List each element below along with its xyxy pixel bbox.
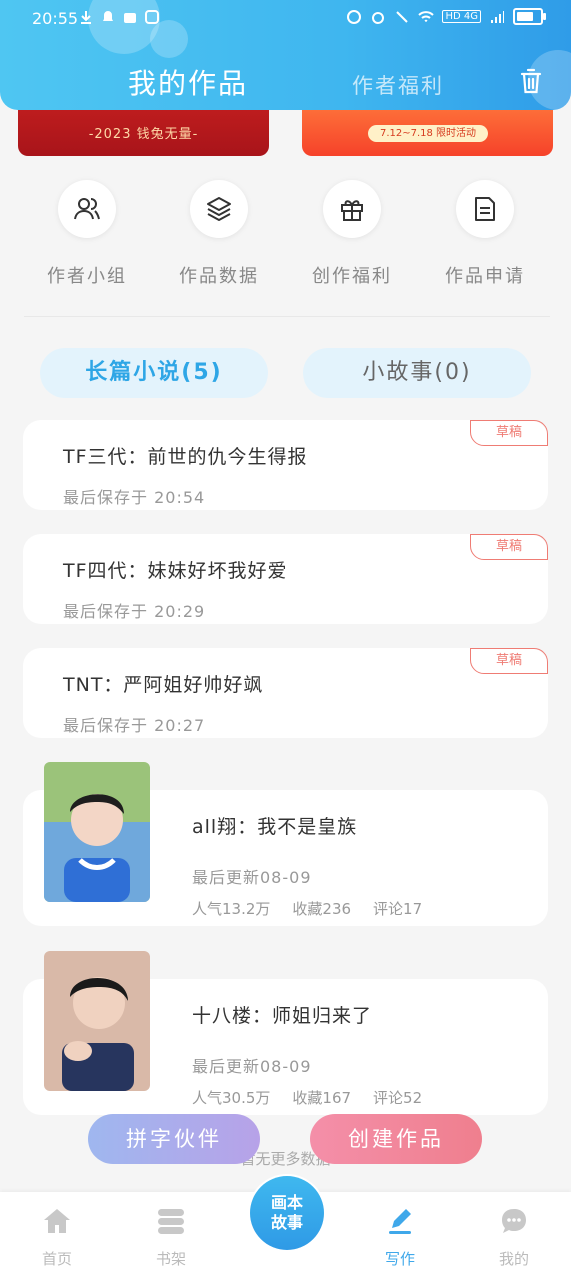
- clock-icon: [347, 9, 362, 24]
- create-work-button[interactable]: 创建作品: [310, 1114, 482, 1164]
- divider: [24, 316, 550, 317]
- trash-icon[interactable]: [517, 66, 545, 96]
- app-icon: [145, 10, 159, 24]
- tab-author-welfare[interactable]: 作者福利: [352, 70, 444, 100]
- draft-card[interactable]: 草稿 TNT：严阿姐好帅好飒 最后保存于 20:27: [23, 648, 548, 738]
- bag-icon: [124, 13, 136, 23]
- tab-my-works[interactable]: 我的作品: [128, 62, 248, 102]
- nav-label: 我的: [498, 1250, 529, 1268]
- banner-left-text: -2023 钱兔无量-: [88, 127, 199, 142]
- work-stats: 人气13.2万 收藏236 评论17: [192, 898, 422, 919]
- work-favorites: 收藏236: [292, 900, 352, 918]
- draft-title: TF三代：前世的仇今生得报: [63, 446, 308, 468]
- work-stats: 人气30.5万 收藏167 评论52: [192, 1087, 422, 1108]
- nav-label: 书架: [155, 1250, 186, 1268]
- nav-bookshelf[interactable]: 书架: [131, 1206, 211, 1269]
- wifi-icon: [418, 10, 435, 22]
- nav-center-line2: 故事: [270, 1213, 303, 1232]
- nav-center-line1: 画本: [270, 1193, 303, 1212]
- draft-badge: 草稿: [470, 420, 548, 446]
- alarm-icon: [372, 11, 385, 24]
- work-comments: 评论17: [373, 900, 423, 918]
- nav-label: 写作: [384, 1250, 415, 1268]
- status-notification-icons: [78, 9, 160, 25]
- signal-icon: [491, 10, 504, 23]
- draft-saved-time: 最后保存于 20:29: [63, 602, 206, 621]
- banner-right-text: 7.12~7.18 限时活动: [368, 125, 488, 142]
- work-popularity: 人气13.2万: [192, 900, 271, 918]
- home-icon: [44, 1209, 70, 1233]
- draft-card[interactable]: 草稿 TF四代：妹妹好坏我好爱 最后保存于 20:29: [23, 534, 548, 624]
- quick-action-label: 作品申请: [445, 266, 525, 287]
- no-more-data-hint: 暂无更多数据: [240, 1150, 331, 1168]
- pen-icon: [389, 1209, 411, 1234]
- network-label: HD 4G: [442, 10, 481, 23]
- bottom-navigation: 首页 书架 画本 故事 写作 我的: [0, 1174, 571, 1280]
- gift-icon: [341, 200, 363, 221]
- quick-action-label: 作品数据: [179, 266, 259, 287]
- work-cover-image[interactable]: [44, 951, 150, 1091]
- status-bar: 20:55 HD 4G: [0, 0, 571, 38]
- writing-partner-button[interactable]: 拼字伙伴: [88, 1114, 260, 1164]
- nav-write[interactable]: 写作: [360, 1206, 440, 1269]
- work-title: all翔：我不是皇族: [192, 816, 358, 838]
- mute-icon: [396, 10, 409, 23]
- bookshelf-icon: [158, 1209, 184, 1234]
- category-long-novel[interactable]: 长篇小说(5): [40, 348, 268, 398]
- chat-bubble-icon: [502, 1209, 526, 1233]
- work-comments: 评论52: [373, 1089, 423, 1107]
- work-favorites: 收藏167: [292, 1089, 352, 1107]
- document-icon: [475, 197, 495, 221]
- draft-card[interactable]: 草稿 TF三代：前世的仇今生得报 最后保存于 20:54: [23, 420, 548, 510]
- draft-badge: 草稿: [470, 648, 548, 674]
- status-time: 20:55: [32, 9, 79, 28]
- quick-action-label: 创作福利: [312, 266, 392, 287]
- bell-icon: [103, 11, 113, 21]
- quick-action-author-group[interactable]: 作者小组: [32, 180, 142, 288]
- status-system-icons: HD 4G: [346, 8, 546, 25]
- draft-saved-time: 最后保存于 20:54: [63, 488, 206, 507]
- work-updated: 最后更新08-09: [192, 1057, 312, 1076]
- draft-title: TNT：严阿姐好帅好飒: [63, 674, 264, 696]
- nav-label: 首页: [41, 1250, 72, 1268]
- header-bar: 20:55 HD 4G 我的作品 作者福利: [0, 0, 571, 110]
- draft-saved-time: 最后保存于 20:27: [63, 716, 206, 735]
- category-short-story[interactable]: 小故事(0): [303, 348, 531, 398]
- layers-icon: [207, 197, 231, 221]
- work-cover-image[interactable]: [44, 762, 150, 902]
- work-title: 十八楼：师姐归来了: [192, 1005, 373, 1027]
- quick-action-works-data[interactable]: 作品数据: [164, 180, 274, 288]
- draft-badge: 草稿: [470, 534, 548, 560]
- nav-picture-story[interactable]: 画本 故事: [248, 1174, 326, 1252]
- work-popularity: 人气30.5万: [192, 1089, 271, 1107]
- quick-action-creation-welfare[interactable]: 创作福利: [297, 180, 407, 288]
- draft-title: TF四代：妹妹好坏我好爱: [63, 560, 288, 582]
- download-icon: [81, 11, 91, 24]
- quick-action-works-apply[interactable]: 作品申请: [430, 180, 540, 288]
- nav-me[interactable]: 我的: [474, 1206, 554, 1269]
- battery-icon: [513, 8, 546, 25]
- people-icon: [74, 198, 100, 220]
- work-updated: 最后更新08-09: [192, 868, 312, 887]
- quick-action-label: 作者小组: [47, 266, 127, 287]
- nav-home[interactable]: 首页: [17, 1206, 97, 1269]
